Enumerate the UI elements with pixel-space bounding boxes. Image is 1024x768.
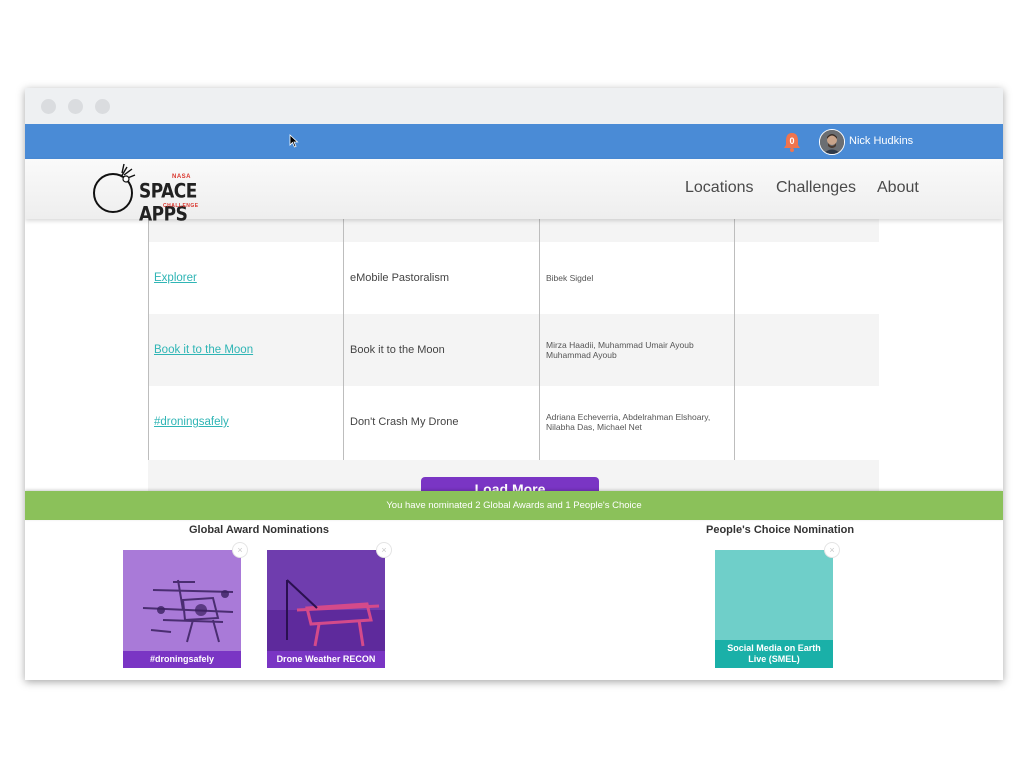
close-window-dot[interactable]	[41, 99, 56, 114]
challenge-name: eMobile Pastoralism	[350, 272, 450, 284]
nomination-card-label: Drone Weather RECON	[267, 651, 385, 668]
project-link[interactable]: #droningsafely	[154, 416, 229, 428]
nav-challenges-link[interactable]: Challenges	[776, 179, 856, 197]
remove-nomination-close-icon[interactable]: ×	[824, 542, 840, 558]
global-nominations-title: Global Award Nominations	[189, 524, 329, 536]
team-cell: Bibek Sigdel	[540, 242, 735, 314]
logo-challenge-text: CHALLENGE	[163, 203, 199, 209]
projects-section: Explorer eMobile Pastoralism Bibek Sigde…	[25, 170, 1003, 491]
projects-table: Explorer eMobile Pastoralism Bibek Sigde…	[148, 170, 879, 491]
load-more-label: Load More	[474, 481, 546, 491]
notification-bell-icon[interactable]: 0	[781, 131, 803, 153]
challenge-cell: Book it to the Moon	[344, 314, 539, 386]
maximize-window-dot[interactable]	[95, 99, 110, 114]
challenge-name: Don't Crash My Drone	[350, 416, 459, 428]
table-row: Book it to the Moon Book it to the Moon …	[148, 314, 879, 386]
nomination-card[interactable]: Drone Weather RECON	[267, 550, 385, 668]
browser-window: 0 Nick Hudkins NASA SPACE APPS CHALLENGE…	[25, 88, 1003, 680]
remove-nomination-close-icon[interactable]: ×	[376, 542, 392, 558]
project-cell: Explorer	[148, 242, 343, 314]
load-more-button[interactable]: Load More	[421, 477, 599, 491]
minimize-window-dot[interactable]	[68, 99, 83, 114]
notification-count: 0	[789, 136, 795, 146]
window-titlebar	[25, 88, 1003, 124]
nomination-card-label: #droningsafely	[123, 651, 241, 668]
project-cell: Book it to the Moon	[148, 314, 343, 386]
challenge-cell: eMobile Pastoralism	[344, 242, 539, 314]
mouse-cursor-icon	[289, 134, 299, 148]
nav-about-link[interactable]: About	[877, 179, 919, 197]
table-row: #droningsafely Don't Crash My Drone Adri…	[148, 386, 879, 458]
user-name[interactable]: Nick Hudkins	[849, 135, 913, 147]
nomination-card[interactable]: #droningsafely	[123, 550, 241, 668]
project-link[interactable]: Book it to the Moon	[154, 344, 253, 356]
column-divider	[539, 219, 540, 460]
nomination-card[interactable]: Social Media on Earth Live (SMEL)	[715, 550, 833, 668]
table-row: Explorer eMobile Pastoralism Bibek Sigde…	[148, 242, 879, 314]
space-apps-logo[interactable]: NASA SPACE APPS CHALLENGE	[91, 161, 221, 226]
team-members: Adriana Echeverria, Abdelrahman Elshoary…	[546, 412, 711, 432]
challenge-name: Book it to the Moon	[350, 344, 445, 356]
team-cell: Mirza Haadii, Muhammad Umair Ayoub Muham…	[540, 314, 735, 386]
column-divider	[343, 219, 344, 460]
remove-nomination-close-icon[interactable]: ×	[232, 542, 248, 558]
main-navbar: NASA SPACE APPS CHALLENGE Locations Chal…	[25, 159, 1003, 226]
team-members: Bibek Sigdel	[546, 273, 594, 283]
project-link[interactable]: Explorer	[154, 272, 197, 284]
user-avatar[interactable]	[819, 129, 845, 155]
project-cell: #droningsafely	[148, 386, 343, 458]
column-divider	[734, 219, 735, 460]
peoples-choice-title: People's Choice Nomination	[706, 524, 855, 536]
user-topbar: 0 Nick Hudkins	[25, 124, 1003, 159]
team-cell: Adriana Echeverria, Abdelrahman Elshoary…	[540, 386, 735, 458]
nomination-card-label: Social Media on Earth Live (SMEL)	[715, 640, 833, 668]
nav-locations-link[interactable]: Locations	[685, 179, 754, 197]
nominations-tray: Global Award Nominations People's Choice…	[25, 520, 1003, 680]
nomination-status-text: You have nominated 2 Global Awards and 1…	[386, 500, 642, 511]
team-members: Mirza Haadii, Muhammad Umair Ayoub Muham…	[546, 340, 694, 360]
nomination-status-banner: You have nominated 2 Global Awards and 1…	[25, 491, 1003, 520]
column-divider	[148, 219, 149, 460]
challenge-cell: Don't Crash My Drone	[344, 386, 539, 458]
